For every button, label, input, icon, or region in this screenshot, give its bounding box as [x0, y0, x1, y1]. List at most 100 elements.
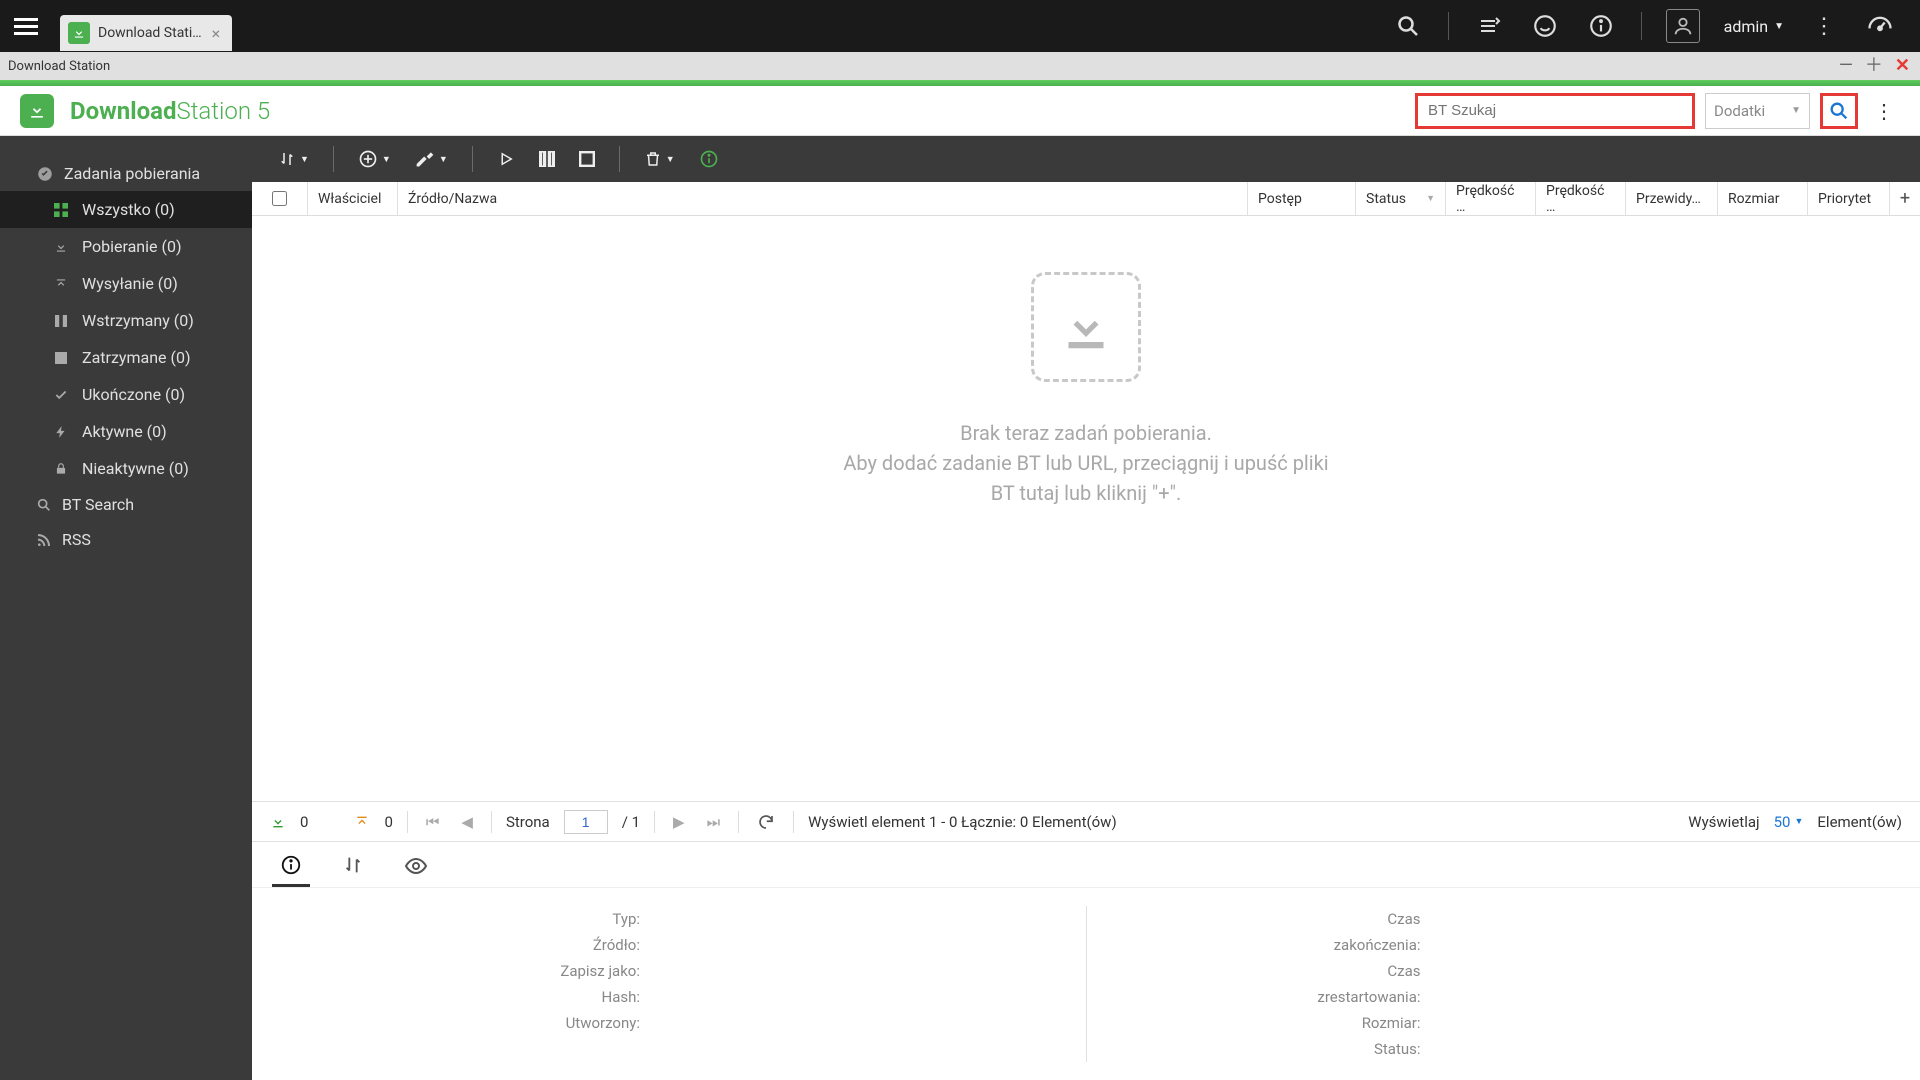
app-tab-close[interactable]: ×: [210, 24, 223, 43]
page-label: Strona: [506, 813, 550, 831]
app-tab-download-station[interactable]: Download Stati… ×: [60, 15, 232, 51]
app-tab-title: Download Stati…: [98, 25, 202, 41]
select-all-checkbox[interactable]: [272, 191, 287, 206]
packages-icon[interactable]: [1473, 10, 1505, 42]
status-bar: 0 0 ⏮ ◀ Strona / 1 ▶ ⏭ Wyświetl element …: [252, 801, 1920, 841]
sidebar-item-active[interactable]: Aktywne (0): [0, 413, 252, 450]
page-first-button[interactable]: ⏮: [422, 813, 444, 831]
add-task-button[interactable]: ▼: [350, 143, 399, 175]
sidebar-header-label: Zadania pobierania: [64, 164, 200, 183]
column-size[interactable]: Rozmiar: [1718, 182, 1808, 215]
app-header: DownloadStation 5 Dodatki ▼ ⋮: [0, 86, 1920, 136]
results-summary: Wyświetl element 1 - 0 Łącznie: 0 Elemen…: [808, 813, 1117, 831]
dashboard-icon[interactable]: [1864, 10, 1896, 42]
content-area: ▼ ▼ ▼ ▼ Właściciel: [252, 136, 1920, 1080]
pause-icon: [52, 312, 70, 330]
sidebar-item-completed[interactable]: Ukończone (0): [0, 376, 252, 413]
delete-button[interactable]: ▼: [636, 144, 683, 174]
page-current-input[interactable]: [564, 810, 608, 834]
stop-button[interactable]: [571, 145, 603, 173]
sidebar-bt-search[interactable]: BT Search: [0, 487, 252, 522]
app-tab-icon: [68, 22, 90, 44]
page-next-button[interactable]: ▶: [669, 813, 689, 831]
sidebar-item-downloading[interactable]: Pobieranie (0): [0, 228, 252, 265]
sidebar-label: Wstrzymany (0): [82, 311, 194, 330]
upload-count-icon: [354, 814, 370, 830]
detail-tab-info[interactable]: [272, 848, 310, 887]
settings-button[interactable]: ▼: [407, 143, 456, 175]
task-toolbar: ▼ ▼ ▼ ▼: [252, 136, 1920, 182]
check-icon: [52, 386, 70, 404]
notifications-icon[interactable]: [1529, 10, 1561, 42]
sidebar-item-paused[interactable]: Wstrzymany (0): [0, 302, 252, 339]
pause-button[interactable]: [531, 145, 563, 173]
avatar-icon[interactable]: [1666, 9, 1700, 43]
sidebar-header-tasks[interactable]: Zadania pobierania: [0, 156, 252, 191]
chevron-down-icon: ▼: [1774, 21, 1784, 32]
column-source[interactable]: Źródło/Nazwa: [398, 182, 1248, 215]
username-label: admin: [1724, 17, 1768, 36]
detail-tab-preview[interactable]: [396, 848, 436, 887]
bt-search-button[interactable]: [1820, 93, 1858, 129]
rss-icon: [36, 532, 52, 548]
sidebar-label: Aktywne (0): [82, 422, 167, 441]
app-title-light: Station 5: [176, 97, 270, 125]
upload-count: 0: [384, 813, 392, 831]
sidebar-item-stopped[interactable]: Zatrzymane (0): [0, 339, 252, 376]
column-speed-ul[interactable]: Prędkość …: [1536, 182, 1626, 215]
sidebar-rss[interactable]: RSS: [0, 522, 252, 557]
topbar-right: admin ▼ ⋮: [1392, 9, 1920, 43]
column-speed-dl[interactable]: Prędkość …: [1446, 182, 1536, 215]
page-prev-button[interactable]: ◀: [457, 813, 477, 831]
detail-restart-label-a: Czas: [1107, 962, 1427, 980]
global-search-icon[interactable]: [1392, 10, 1424, 42]
addons-dropdown[interactable]: Dodatki ▼: [1705, 93, 1810, 129]
play-button[interactable]: [489, 144, 523, 174]
dropzone-icon: [1031, 272, 1141, 382]
check-circle-icon: [36, 165, 54, 183]
sidebar-item-inactive[interactable]: Nieaktywne (0): [0, 450, 252, 487]
column-priority[interactable]: Priorytet: [1808, 182, 1890, 215]
bt-search-input[interactable]: [1415, 93, 1695, 129]
column-checkbox[interactable]: [252, 182, 308, 215]
window-close-button[interactable]: ✕: [1893, 57, 1912, 75]
window-minimize-button[interactable]: —: [1837, 57, 1855, 75]
detail-tabs: [252, 842, 1920, 888]
add-column-button[interactable]: +: [1890, 182, 1920, 215]
chevron-down-icon: ▼: [1426, 193, 1435, 204]
detail-created-label: Utworzony:: [276, 1014, 646, 1032]
detail-size-label: Rozmiar:: [1107, 1014, 1427, 1032]
elements-label: Element(ów): [1817, 813, 1902, 831]
page-size-dropdown[interactable]: 50▼: [1774, 813, 1804, 831]
empty-state-text: Brak teraz zadań pobierania. Aby dodać z…: [843, 418, 1328, 508]
grid-icon: [52, 201, 70, 219]
topbar-overflow-button[interactable]: ⋮: [1808, 10, 1840, 42]
sidebar-item-all[interactable]: Wszystko (0): [0, 191, 252, 228]
page-last-button[interactable]: ⏭: [703, 813, 725, 831]
detail-tab-transfer[interactable]: [334, 848, 372, 887]
column-status[interactable]: Status▼: [1356, 182, 1446, 215]
app-overflow-button[interactable]: ⋮: [1868, 99, 1900, 123]
hamburger-icon: [14, 14, 38, 39]
table-header: Właściciel Źródło/Nazwa Postęp Status▼ P…: [252, 182, 1920, 216]
lock-icon: [52, 460, 70, 478]
app-logo-icon: [20, 94, 54, 128]
column-eta[interactable]: Przewidy…: [1626, 182, 1718, 215]
detail-hash-label: Hash:: [276, 988, 646, 1006]
user-menu[interactable]: admin ▼: [1724, 17, 1784, 36]
detail-col-left: Typ: Źródło: Zapisz jako: Hash: Utworzon…: [276, 906, 1066, 1062]
info-icon[interactable]: [1585, 10, 1617, 42]
toolbar-info-button[interactable]: [691, 143, 727, 175]
refresh-button[interactable]: [753, 813, 779, 831]
sidebar-item-uploading[interactable]: Wysyłanie (0): [0, 265, 252, 302]
upload-icon: [52, 275, 70, 293]
main-menu-button[interactable]: [0, 0, 52, 52]
window-maximize-button[interactable]: ＋: [1863, 57, 1885, 75]
bolt-icon: [52, 423, 70, 441]
task-list-empty[interactable]: Brak teraz zadań pobierania. Aby dodać z…: [252, 216, 1920, 801]
column-owner[interactable]: Właściciel: [308, 182, 398, 215]
detail-finish-label-b: zakończenia:: [1107, 936, 1427, 954]
column-progress[interactable]: Postęp: [1248, 182, 1356, 215]
sort-button[interactable]: ▼: [270, 144, 317, 174]
chevron-down-icon: ▼: [382, 154, 391, 165]
